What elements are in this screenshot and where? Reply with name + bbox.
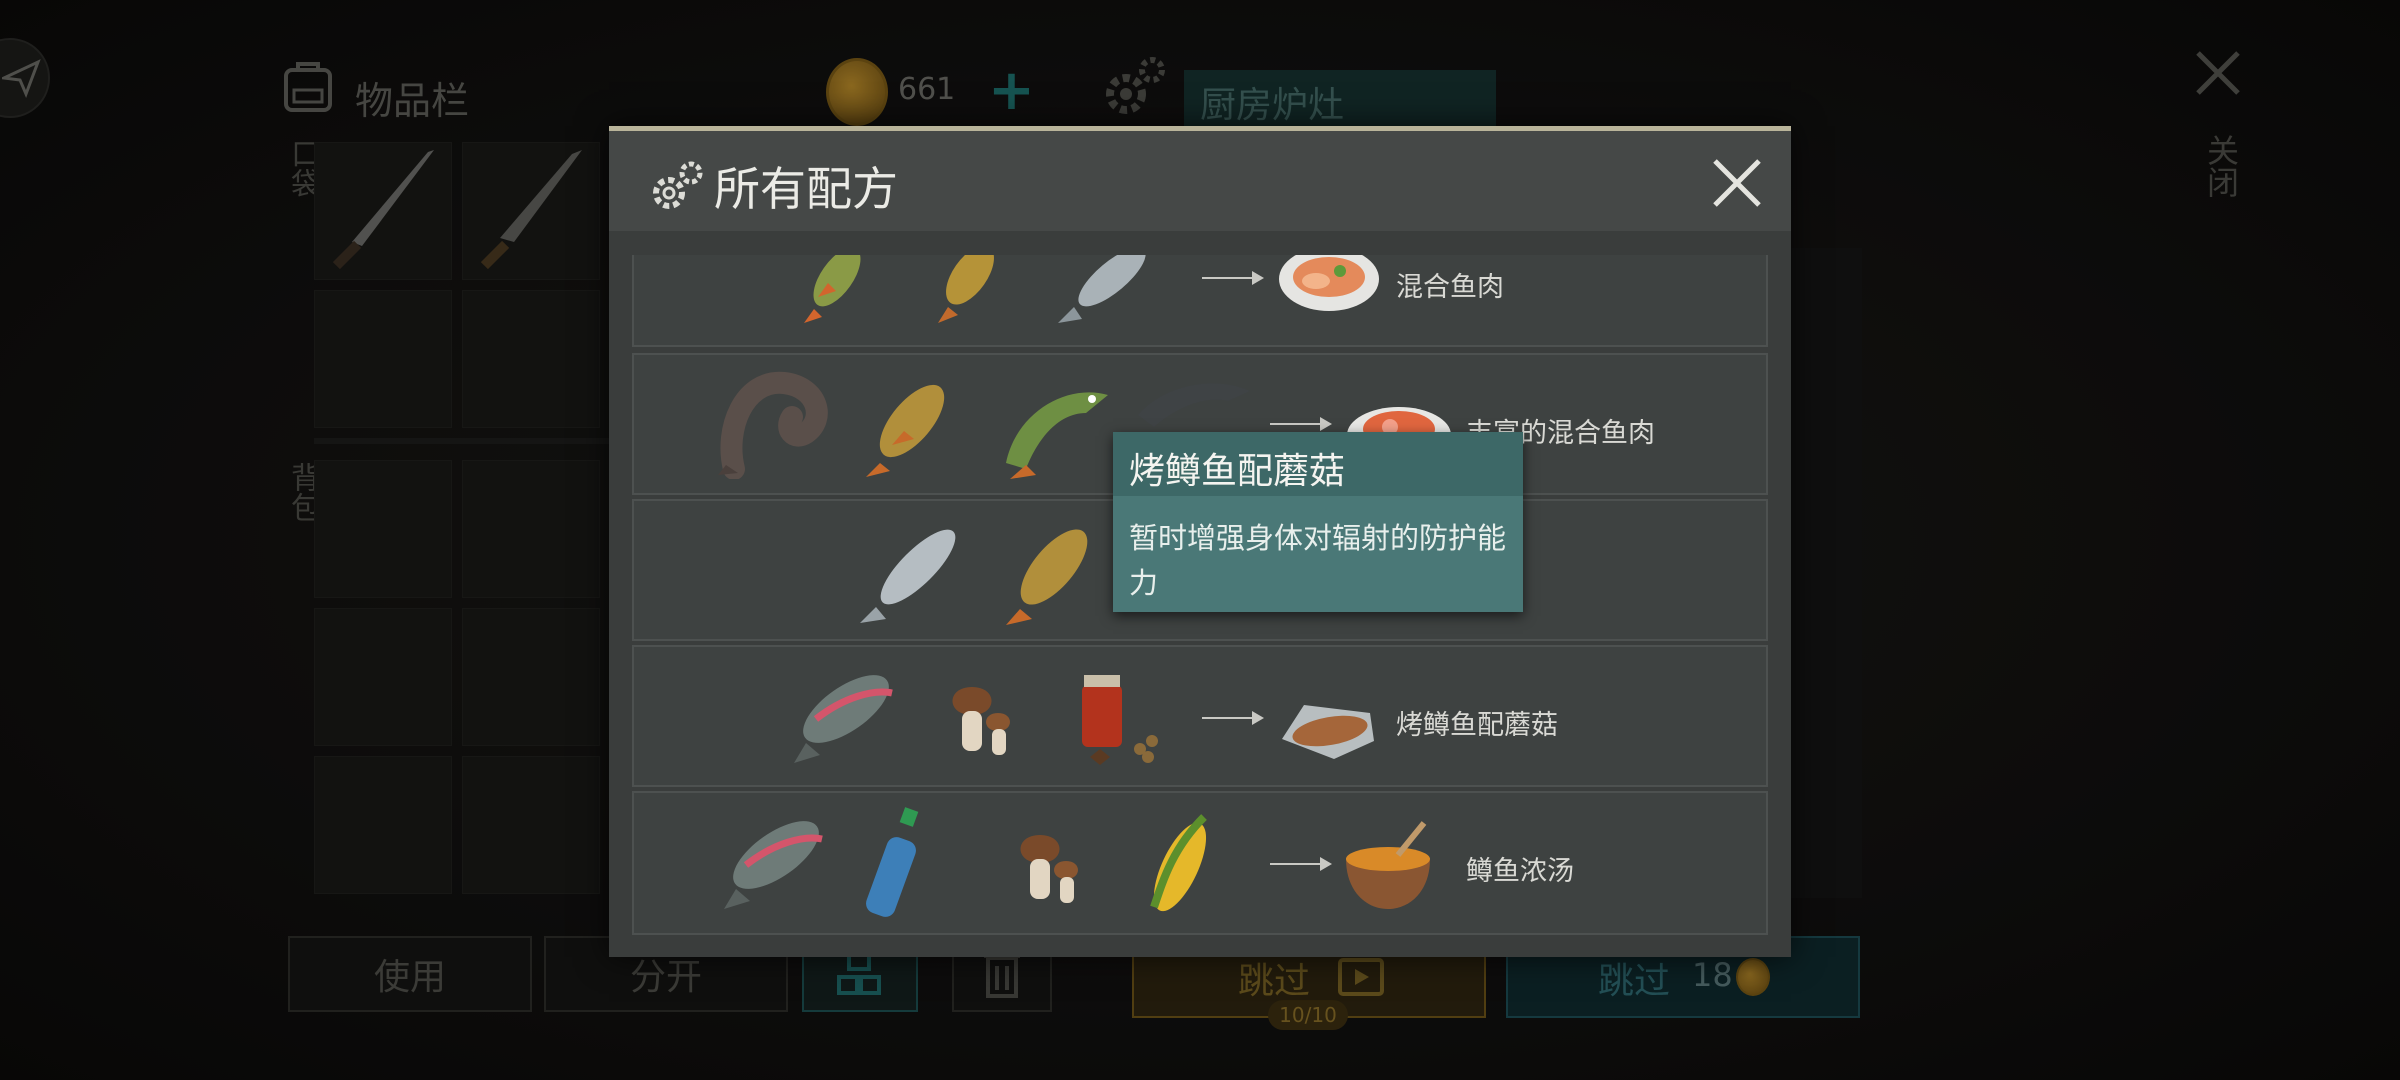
spices-icon <box>1082 675 1158 765</box>
close-icon[interactable] <box>1711 157 1763 209</box>
trout-icon <box>794 675 893 763</box>
tooltip-description: 暂时增强身体对辐射的防护能力 <box>1129 521 1507 600</box>
gears-icon <box>653 161 703 209</box>
trout-icon <box>724 821 823 909</box>
mushroom-icon <box>1020 835 1078 903</box>
carp-icon <box>866 384 945 477</box>
mixed-fish-plate-icon <box>1279 255 1379 311</box>
arrow-icon <box>1202 271 1264 285</box>
salmon-icon <box>1058 255 1146 323</box>
carp-icon <box>1006 529 1088 625</box>
salmon-icon <box>860 529 956 623</box>
tooltip-title: 烤鳟鱼配蘑菇 <box>1129 451 1346 492</box>
dialog-title: 所有配方 <box>714 162 898 216</box>
arrow-icon <box>1202 711 1264 725</box>
trout-soup-icon <box>1346 821 1430 909</box>
carp-icon <box>938 255 994 323</box>
recipe-result-label: 烤鳟鱼配蘑菇 <box>1396 710 1558 741</box>
pike-icon <box>1006 392 1108 479</box>
recipe-result-label: 鳟鱼浓汤 <box>1466 856 1574 887</box>
recipe-row[interactable]: 鳟鱼浓汤 <box>632 791 1768 935</box>
dialog-header: 所有配方 <box>609 131 1791 231</box>
game-screen: 物品栏 661 + 厨房炉灶 关闭 口袋 背包 使用 分开 跳过 10/10 跳… <box>0 0 2400 1080</box>
tooltip-header: 烤鳟鱼配蘑菇 <box>1113 432 1523 496</box>
recipe-result-label: 混合鱼肉 <box>1396 272 1504 303</box>
perch-icon <box>804 255 861 323</box>
recipe-row[interactable]: 烤鳟鱼配蘑菇 <box>632 645 1768 787</box>
water-bottle-icon <box>866 807 919 917</box>
recipe-tooltip: 烤鳟鱼配蘑菇 暂时增强身体对辐射的防护能力 <box>1113 432 1523 612</box>
baked-trout-icon <box>1282 705 1374 759</box>
arrow-icon <box>1270 417 1332 431</box>
corn-icon <box>1150 814 1207 912</box>
arrow-icon <box>1270 857 1332 871</box>
recipe-row[interactable]: 混合鱼肉 <box>632 255 1768 347</box>
catfish-icon <box>718 371 828 479</box>
sturgeon-icon <box>1138 383 1250 427</box>
mushroom-icon <box>952 687 1010 755</box>
